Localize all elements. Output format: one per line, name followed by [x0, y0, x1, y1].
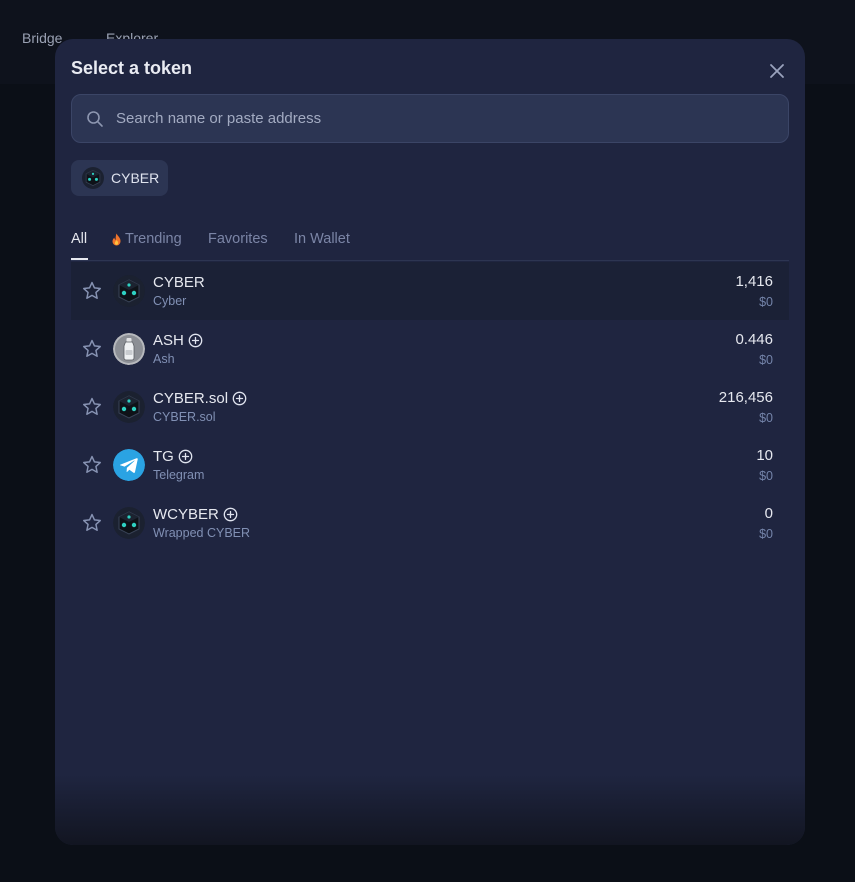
token-usd-value: $0 [759, 527, 773, 541]
token-row-cyber-sol[interactable]: CYBER.sol CYBER.sol 216,456 $0 [71, 378, 789, 436]
favorite-star-icon[interactable] [81, 454, 103, 476]
token-filter-tabs: All Trending Favorites In Wallet [71, 229, 789, 261]
token-symbol: CYBER [153, 274, 205, 291]
close-icon [770, 64, 784, 78]
add-token-icon[interactable] [188, 333, 203, 348]
token-name: Telegram [153, 468, 205, 482]
token-balance: 10 [756, 447, 773, 464]
cyber-logo-icon [113, 507, 145, 539]
token-balance: 0 [764, 505, 773, 522]
token-balance: 0.446 [735, 331, 773, 348]
close-button[interactable] [763, 57, 791, 85]
token-symbol: CYBER.sol [153, 390, 247, 407]
cyber-logo-icon [113, 275, 145, 307]
token-usd-value: $0 [759, 295, 773, 309]
token-symbol: ASH [153, 332, 203, 349]
add-token-icon[interactable] [232, 391, 247, 406]
favorite-star-icon[interactable] [81, 512, 103, 534]
token-row-ash[interactable]: ASH Ash 0.446 $0 [71, 320, 789, 378]
token-name: Ash [153, 352, 175, 366]
nav-link-bridge[interactable]: Bridge [22, 30, 62, 46]
quick-select-chip-cyber[interactable]: CYBER [71, 160, 168, 196]
token-name: CYBER.sol [153, 410, 216, 424]
favorite-star-icon[interactable] [81, 338, 103, 360]
token-balance: 1,416 [735, 273, 773, 290]
token-row-wcyber[interactable]: WCYBER Wrapped CYBER 0 $0 [71, 494, 789, 552]
token-balance: 216,456 [718, 389, 773, 406]
telegram-logo-icon [113, 449, 145, 481]
token-usd-value: $0 [759, 469, 773, 483]
favorite-star-icon[interactable] [81, 396, 103, 418]
tab-all[interactable]: All [71, 231, 87, 247]
modal-title: Select a token [71, 58, 193, 78]
select-token-modal: Select a token CYBER All [55, 39, 805, 845]
favorite-star-icon[interactable] [81, 280, 103, 302]
token-row-cyber[interactable]: CYBER Cyber 1,416 $0 [71, 262, 789, 320]
token-list: CYBER Cyber 1,416 $0 ASH Ash 0.446 $0 CY… [71, 262, 789, 552]
search-input[interactable] [116, 110, 756, 127]
tab-favorites[interactable]: Favorites [208, 231, 268, 247]
token-name: Wrapped CYBER [153, 526, 251, 540]
token-usd-value: $0 [759, 411, 773, 425]
cyber-logo-icon [82, 167, 104, 189]
token-usd-value: $0 [759, 353, 773, 367]
token-symbol: TG [153, 448, 193, 465]
token-row-tg[interactable]: TG Telegram 10 $0 [71, 436, 789, 494]
tab-trending-label: Trending [125, 231, 182, 247]
search-icon [86, 110, 104, 128]
active-tab-underline [71, 258, 88, 260]
tab-trending[interactable]: Trending [111, 231, 182, 247]
token-symbol: WCYBER [153, 506, 238, 523]
cyber-logo-icon [113, 391, 145, 423]
ash-logo-icon [113, 333, 145, 365]
chip-label: CYBER [111, 170, 160, 186]
add-token-icon[interactable] [178, 449, 193, 464]
fire-icon [112, 233, 121, 245]
search-box[interactable] [71, 94, 789, 143]
tab-in-wallet[interactable]: In Wallet [294, 231, 350, 247]
token-name: Cyber [153, 294, 187, 308]
add-token-icon[interactable] [223, 507, 238, 522]
